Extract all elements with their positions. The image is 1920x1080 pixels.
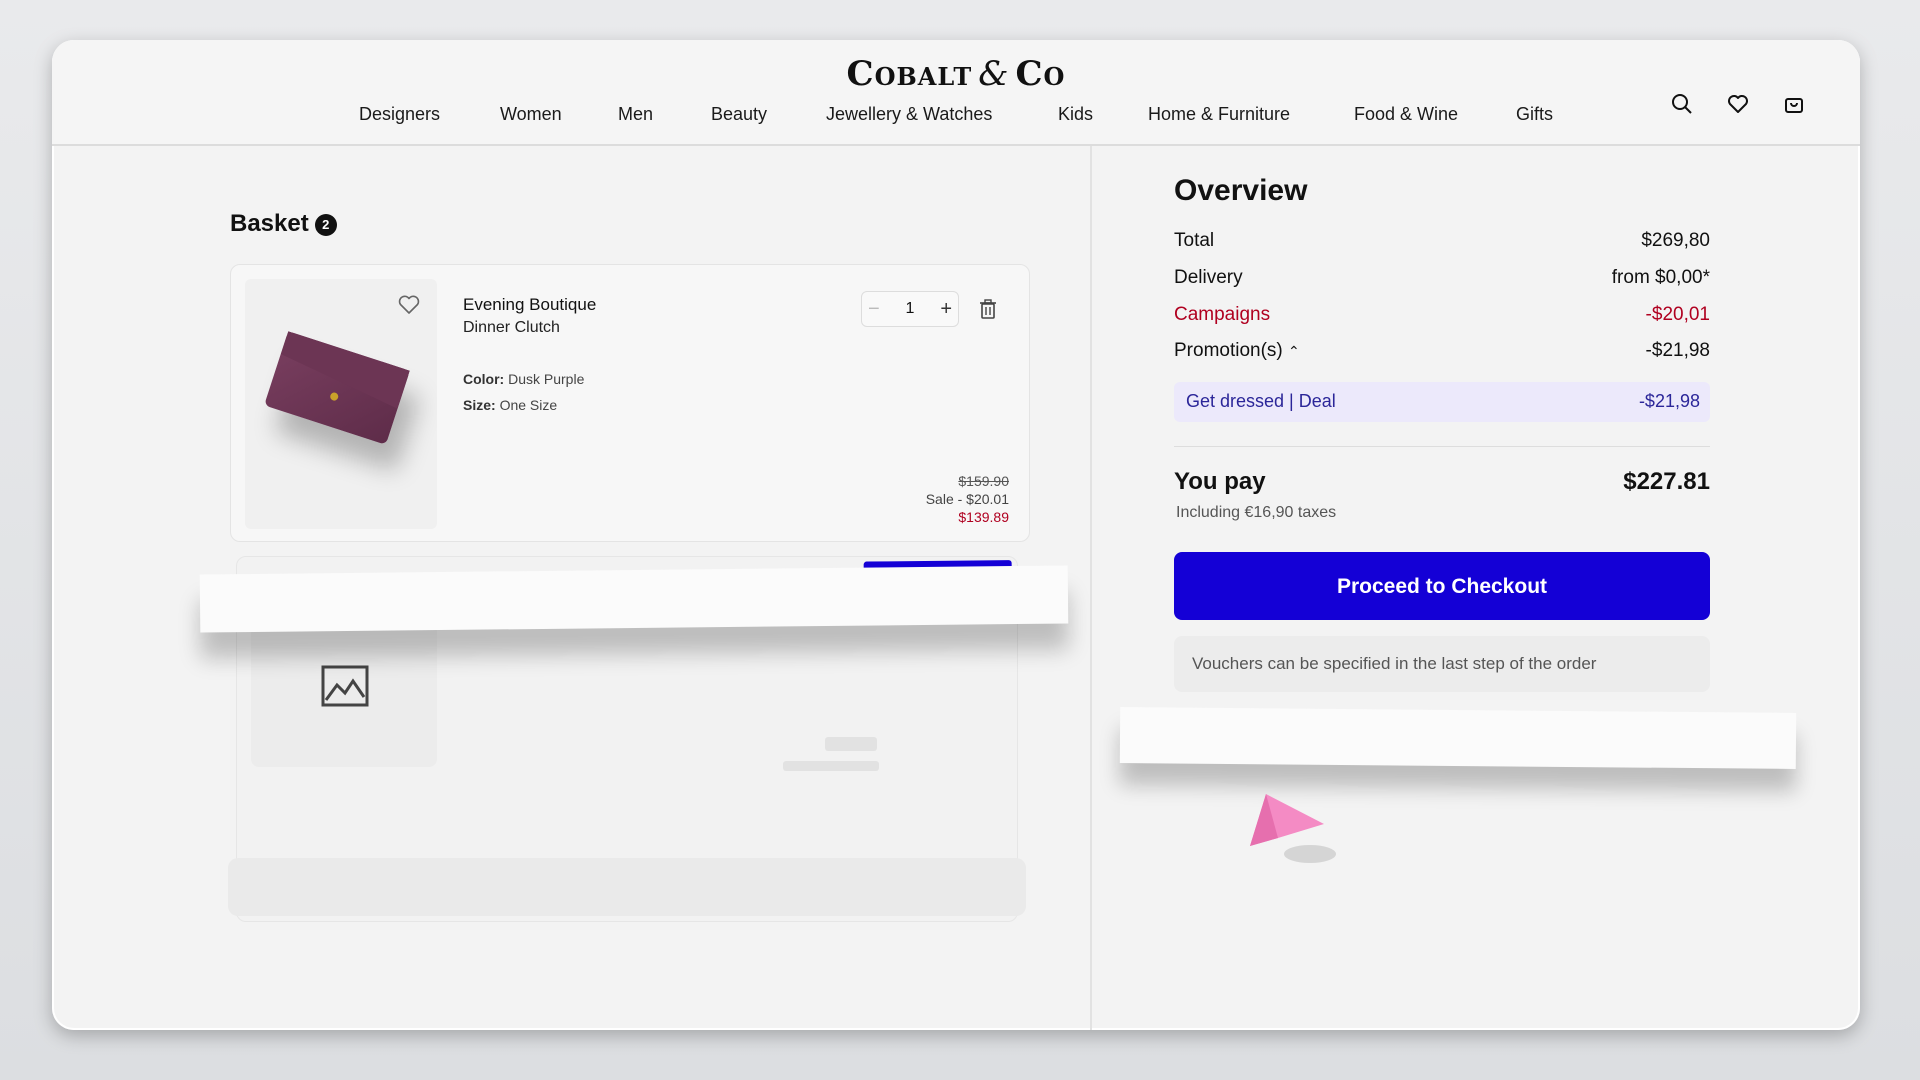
nav-designers[interactable]: Designers [359,104,440,125]
decrease-quantity-button[interactable]: − [868,298,880,321]
header-actions [1670,92,1806,116]
tax-note: Including €16,90 taxes [1176,504,1337,521]
floating-panel [199,560,1069,633]
increase-quantity-button[interactable]: + [940,298,952,321]
bag-icon[interactable] [1782,92,1806,116]
voucher-note: Vouchers can be specified in the last st… [1174,636,1710,692]
nav-food-wine[interactable]: Food & Wine [1354,104,1458,125]
site-header: Cobalt & Co Designers Women Men Beauty Jew… [52,40,1860,146]
nav-men[interactable]: Men [618,104,653,125]
basket-item-card: Evening Boutique Dinner Clutch Color: Du… [230,264,1030,542]
image-placeholder-icon [321,665,369,707]
quantity-stepper: − 1 + [861,291,959,327]
original-price: $159.90 [958,473,1009,489]
quantity-value: 1 [905,300,915,317]
proceed-to-checkout-button[interactable]: Proceed to Checkout [1174,552,1710,620]
skeleton-line [825,737,877,751]
chevron-up-icon[interactable]: ⌃ [1288,343,1300,359]
skeleton-block [228,858,1026,916]
heart-icon[interactable] [1726,92,1750,116]
nav-gifts[interactable]: Gifts [1516,104,1553,125]
placeholder-image [251,617,437,767]
nav-kids[interactable]: Kids [1058,104,1093,125]
overview-title: Overview [1174,174,1308,207]
browser-window: Cobalt & Co Designers Women Men Beauty Jew… [52,40,1860,1030]
sale-price: $139.89 [958,509,1009,525]
you-pay-amount: $227.81 [1623,468,1710,495]
promotion-deal: Get dressed | Deal -$21,98 [1174,382,1710,422]
product-color: Color: Dusk Purple [463,371,585,387]
nav-beauty[interactable]: Beauty [711,104,767,125]
pointer-cursor-icon [1250,794,1336,863]
basket-count-badge: 2 [314,213,337,236]
product-brand[interactable]: Evening Boutique [463,295,596,315]
column-divider [1090,146,1092,1030]
clutch-bag-image [264,331,410,445]
product-image[interactable] [245,279,437,529]
site-logo[interactable]: Cobalt & Co [52,54,1860,94]
wishlist-heart-icon[interactable] [397,293,421,315]
accent-bar [863,560,1012,568]
search-icon[interactable] [1670,92,1694,116]
overview-separator [1174,446,1710,447]
product-size: Size: One Size [463,397,558,413]
floating-panel [1119,707,1797,769]
nav-women[interactable]: Women [500,104,562,125]
trash-icon[interactable] [979,299,997,319]
skeleton-line [783,761,879,771]
nav-jewellery-watches[interactable]: Jewellery & Watches [826,104,992,125]
basket-column: Basket 2 Evening Boutique Dinner Clutch C… [52,146,1090,1030]
product-name[interactable]: Dinner Clutch [463,319,560,337]
nav-home-furniture[interactable]: Home & Furniture [1148,104,1290,125]
sale-discount: Sale - $20.01 [925,491,1009,507]
basket-title: Basket 2 [230,210,337,238]
